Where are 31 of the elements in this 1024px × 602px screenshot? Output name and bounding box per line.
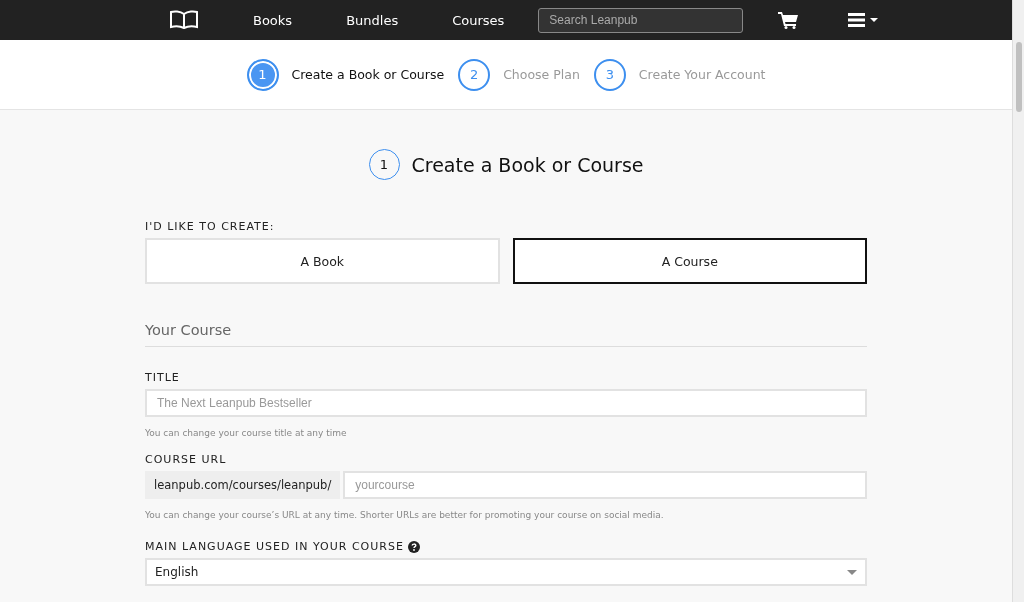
search-field[interactable]: Search Leanpub <box>538 7 744 33</box>
step-label: Create a Book or Course <box>291 67 445 82</box>
help-icon[interactable] <box>407 540 420 553</box>
shopping-cart-icon[interactable] <box>778 11 799 29</box>
field-label: COURSE URL <box>145 453 228 466</box>
step-label: Choose Plan <box>503 67 580 82</box>
page-heading: Create a Book or Course <box>411 153 644 176</box>
create-option[interactable]: A Book <box>145 238 500 284</box>
nav-link[interactable]: Courses <box>452 12 505 28</box>
scrollbar[interactable] <box>1012 0 1024 602</box>
nav-link[interactable]: Bundles <box>346 12 399 28</box>
scrollbar-thumb[interactable] <box>1016 42 1022 112</box>
menu-icon[interactable] <box>848 13 881 27</box>
step-number: 1 <box>246 58 279 91</box>
url-field[interactable]: yourcourse <box>343 471 867 499</box>
step-number: 3 <box>593 58 626 91</box>
title-field[interactable]: The Next Leanpub Bestseller <box>145 389 867 417</box>
open-book-icon[interactable] <box>169 10 199 30</box>
step-number: 2 <box>458 58 491 91</box>
field-label: MAIN LANGUAGE USED IN YOUR COURSE <box>145 540 404 553</box>
create-option[interactable]: A Course <box>512 238 867 284</box>
step-label: Create Your Account <box>638 67 766 82</box>
create-label: I'D LIKE TO CREATE: <box>145 220 276 233</box>
field-label: TITLE <box>145 371 181 384</box>
language-select[interactable]: English <box>145 558 867 586</box>
section-title: Your Course <box>145 322 233 338</box>
dropdown-caret-icon <box>847 569 857 575</box>
url-prefix: leanpub.com/courses/leanpub/ <box>145 471 341 499</box>
nav-link[interactable]: Books <box>253 12 293 28</box>
help-text: You can change your course’s URL at any time. Shorter URLs are better for promoting your course on social media. <box>145 510 665 520</box>
help-text: You can change your course title at any time <box>145 428 348 438</box>
